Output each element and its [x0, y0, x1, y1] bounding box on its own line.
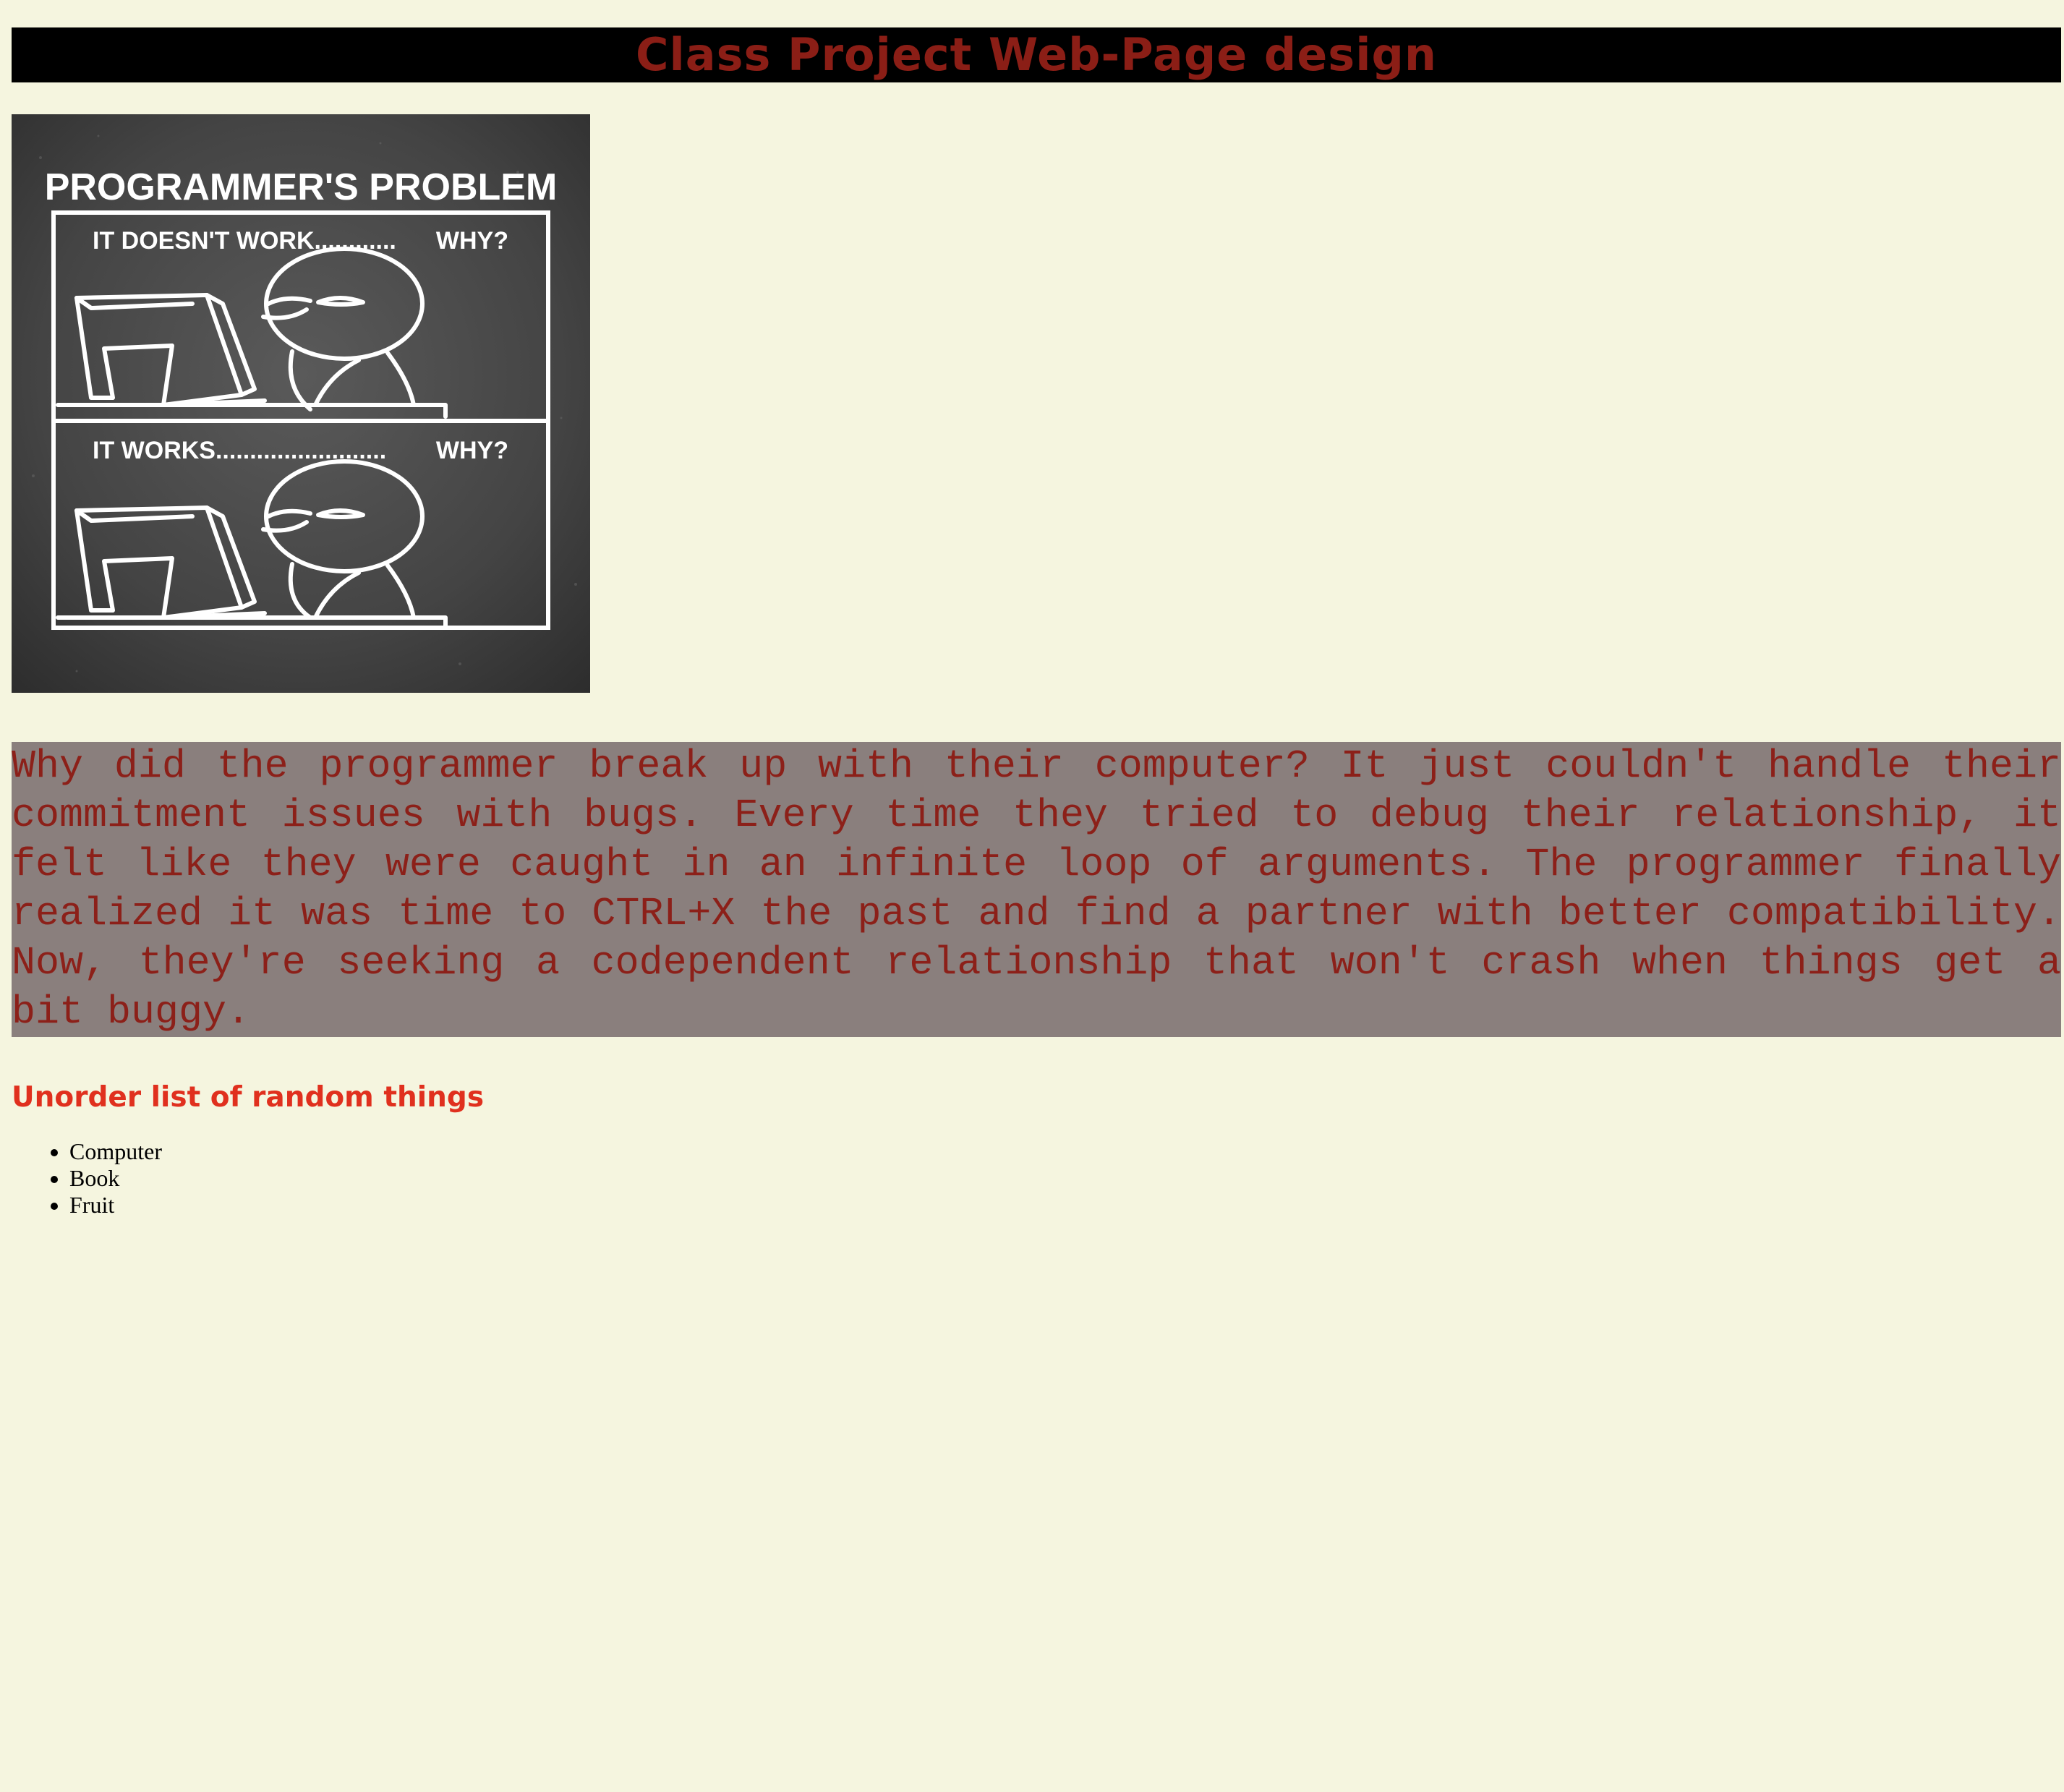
list-item: Computer: [69, 1138, 162, 1165]
title-bar: Class Project Web-Page design: [12, 27, 2061, 82]
list-item: Book: [69, 1165, 162, 1192]
joke-paragraph: Why did the programmer break up with the…: [12, 742, 2061, 1037]
list-item: Fruit: [69, 1192, 162, 1219]
programmer-problem-comic-image: PROGRAMMER'S PROBLEM IT DOESN'T WORK....…: [12, 114, 590, 693]
random-things-list: Computer Book Fruit: [12, 1138, 162, 1219]
comic-heading: PROGRAMMER'S PROBLEM: [45, 166, 558, 208]
comic-top-caption-right: WHY?: [436, 227, 508, 255]
comic-bottom-caption-right: WHY?: [436, 437, 508, 464]
list-heading: Unorder list of random things: [12, 1081, 485, 1114]
page-title: Class Project Web-Page design: [636, 28, 1437, 81]
